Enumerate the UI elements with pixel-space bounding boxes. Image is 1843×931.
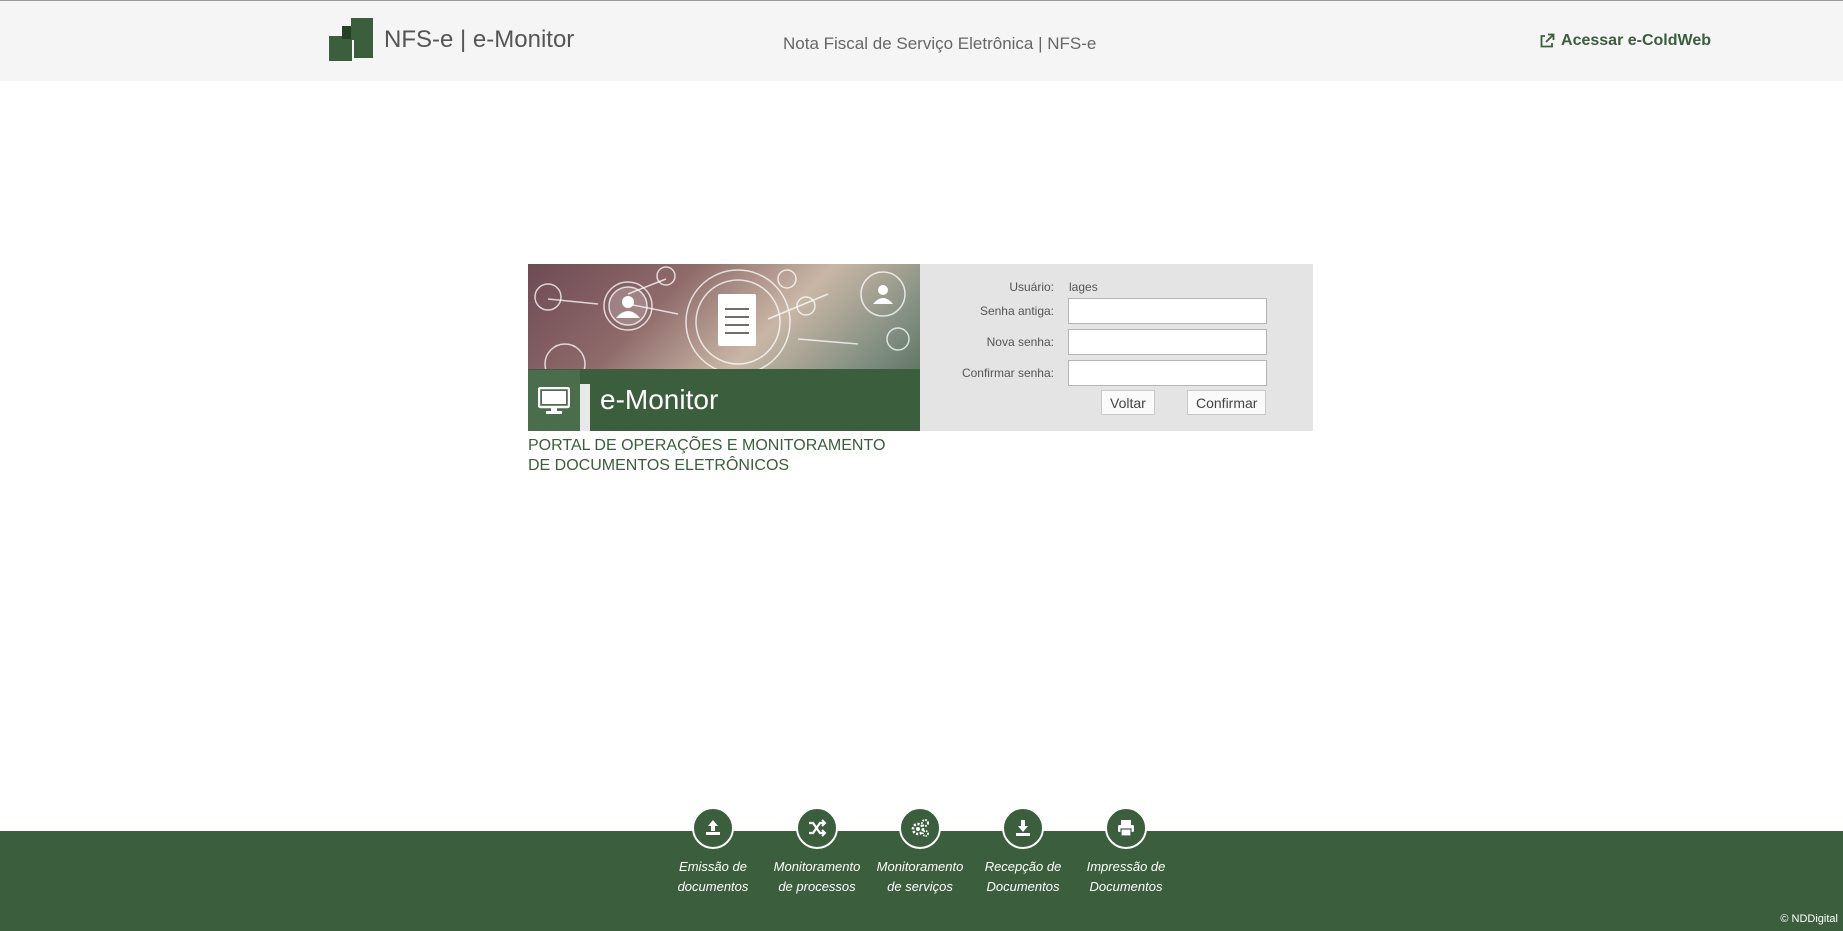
footer-item-emissao[interactable]: Emissão de documentos	[661, 807, 765, 897]
network-illustration	[534, 266, 910, 374]
user-value: lages	[1069, 280, 1098, 294]
logo-icon	[329, 18, 373, 61]
old-password-row: Senha antiga:	[920, 298, 1313, 324]
emonitor-banner: e-Monitor	[528, 264, 920, 431]
user-row: Usuário: lages	[920, 274, 1313, 300]
portal-tagline: PORTAL DE OPERAÇÕES E MONITORAMENTO DE D…	[528, 437, 886, 474]
copyright: © NDDigital	[1780, 913, 1838, 925]
confirm-button[interactable]: Confirmar	[1187, 390, 1267, 415]
new-password-field[interactable]	[1068, 329, 1267, 355]
footer-item-impressao[interactable]: Impressão de Documentos	[1074, 807, 1178, 897]
confirm-password-label: Confirmar senha:	[961, 366, 1054, 380]
confirm-password-field[interactable]	[1068, 360, 1267, 386]
banner-title: e-Monitor	[600, 384, 719, 415]
upload-icon	[692, 807, 734, 849]
footer-item-monitoramento-processos[interactable]: Monitoramento de processos	[765, 807, 869, 897]
new-password-label: Nova senha:	[986, 335, 1054, 349]
confirm-password-row: Confirmar senha:	[920, 360, 1313, 386]
coldweb-link-label: Acessar e-ColdWeb	[1561, 32, 1711, 49]
user-label: Usuário:	[1009, 280, 1054, 294]
page-subtitle: Nota Fiscal de Serviço Eletrônica | NFS-…	[783, 34, 1097, 53]
old-password-field[interactable]	[1068, 298, 1267, 324]
change-password-form: Usuário: lages Senha antiga: Nova senha:…	[920, 264, 1313, 431]
access-coldweb-link[interactable]: Acessar e-ColdWeb	[1539, 32, 1711, 50]
new-password-row: Nova senha:	[920, 329, 1313, 355]
external-link-icon	[1540, 33, 1555, 48]
footer-item-monitoramento-servicos[interactable]: Monitoramento de serviços	[868, 807, 972, 897]
download-icon	[1002, 807, 1044, 849]
footer-item-recepcao[interactable]: Recepção de Documentos	[971, 807, 1075, 897]
back-button[interactable]: Voltar	[1101, 390, 1155, 415]
gears-icon	[899, 807, 941, 849]
brand-title: NFS-e | e-Monitor	[384, 26, 575, 53]
shuffle-icon	[796, 807, 838, 849]
old-password-label: Senha antiga:	[979, 304, 1054, 318]
header: NFS-e | e-Monitor Nota Fiscal de Serviço…	[0, 0, 1843, 81]
monitor-icon	[528, 370, 580, 431]
print-icon	[1105, 807, 1147, 849]
